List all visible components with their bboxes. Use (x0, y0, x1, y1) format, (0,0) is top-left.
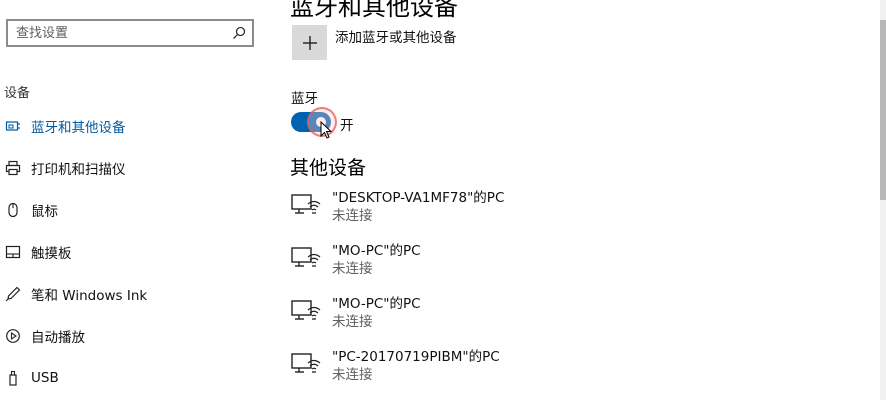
bluetooth-devices-icon (2, 118, 24, 134)
device-name: "DESKTOP-VA1MF78"的PC (332, 190, 505, 206)
pc-wireless-icon (291, 353, 321, 373)
pc-wireless-icon (291, 194, 321, 214)
scrollbar-thumb[interactable] (880, 20, 886, 200)
mouse-icon (2, 202, 24, 218)
device-status: 未连接 (332, 208, 373, 224)
device-item[interactable]: "DESKTOP-VA1MF78"的PC 未连接 (290, 186, 850, 230)
section-title-devices: 设备 (4, 86, 31, 101)
add-device-button[interactable] (292, 25, 327, 60)
plus-icon (302, 35, 317, 50)
sidebar-item-pen[interactable]: 笔和 Windows Ink (0, 279, 268, 309)
search-icon[interactable] (231, 25, 247, 41)
printer-icon (2, 160, 24, 176)
device-name: "MO-PC"的PC (332, 243, 421, 259)
pen-icon (2, 286, 24, 302)
sidebar-item-label: 笔和 Windows Ink (31, 288, 148, 304)
usb-icon (2, 370, 24, 386)
sidebar-item-usb[interactable]: USB (0, 363, 268, 393)
scrollbar[interactable] (880, 0, 886, 400)
device-status: 未连接 (332, 367, 373, 383)
device-item[interactable]: "PC-20170719PIBM"的PC 未连接 (290, 345, 850, 389)
sidebar-item-label: USB (31, 370, 59, 386)
bluetooth-state: 开 (340, 118, 354, 134)
search-box[interactable] (6, 19, 254, 47)
pc-wireless-icon (291, 247, 321, 267)
device-item[interactable]: "MO-PC"的PC 未连接 (290, 239, 850, 283)
sidebar-item-label: 自动播放 (31, 330, 85, 346)
sidebar-item-label: 蓝牙和其他设备 (31, 120, 126, 136)
page-title: 蓝牙和其他设备 (290, 0, 458, 21)
device-name: "MO-PC"的PC (332, 296, 421, 312)
search-input[interactable] (8, 21, 226, 45)
device-status: 未连接 (332, 314, 373, 330)
sidebar-item-label: 鼠标 (31, 204, 58, 220)
touchpad-icon (2, 244, 24, 260)
device-name: "PC-20170719PIBM"的PC (332, 349, 500, 365)
main-content: 蓝牙和其他设备 添加蓝牙或其他设备 蓝牙 开 其他设备 "DESKTOP-VA1… (268, 0, 886, 400)
sidebar-item-label: 打印机和扫描仪 (31, 162, 126, 178)
bluetooth-label: 蓝牙 (291, 91, 318, 107)
sidebar-item-mouse[interactable]: 鼠标 (0, 195, 268, 225)
other-devices-title: 其他设备 (290, 157, 367, 179)
add-device-label[interactable]: 添加蓝牙或其他设备 (335, 26, 457, 46)
mouse-cursor-icon (320, 121, 332, 139)
sidebar-item-touchpad[interactable]: 触摸板 (0, 237, 268, 267)
device-status: 未连接 (332, 261, 373, 277)
pc-wireless-icon (291, 300, 321, 320)
device-item[interactable]: "MO-PC"的PC 未连接 (290, 292, 850, 336)
sidebar-item-bluetooth[interactable]: 蓝牙和其他设备 (0, 111, 268, 141)
settings-sidebar: 设备 蓝牙和其他设备 打印机和扫描仪 鼠标 触摸板 笔和 Windows Ink (0, 0, 268, 400)
sidebar-item-autoplay[interactable]: 自动播放 (0, 321, 268, 351)
autoplay-icon (2, 328, 24, 344)
sidebar-item-printers[interactable]: 打印机和扫描仪 (0, 153, 268, 183)
sidebar-item-label: 触摸板 (31, 246, 72, 262)
